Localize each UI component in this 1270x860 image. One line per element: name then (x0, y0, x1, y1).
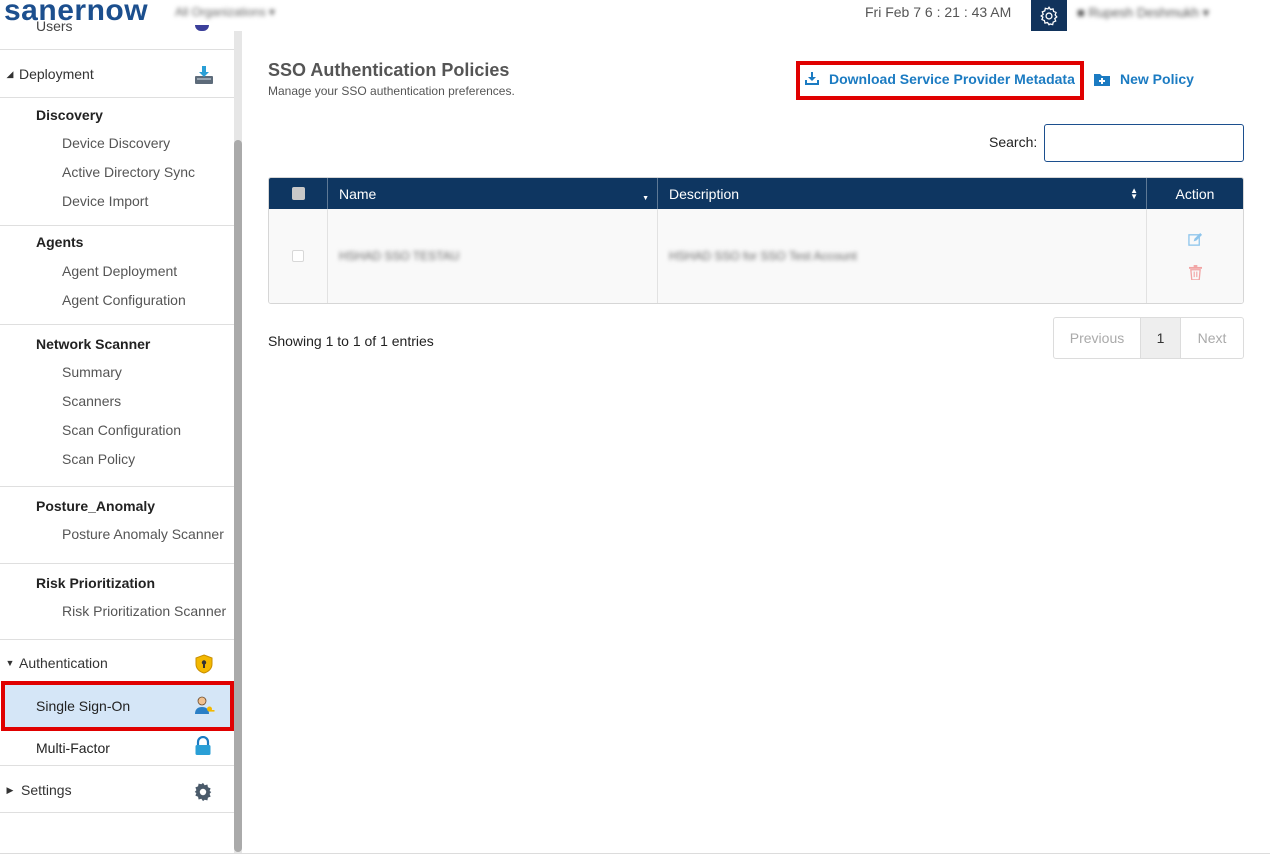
table-header: Name ▼ Description ▲ ▼ Action (269, 178, 1243, 209)
pagination: Previous 1 Next (1053, 317, 1244, 359)
divider (0, 49, 234, 50)
sidebar-item-scanners[interactable]: Scanners (62, 393, 121, 409)
new-policy-link[interactable]: New Policy (1094, 71, 1194, 87)
column-header-action: Action (1175, 185, 1215, 202)
sort-desc-icon: ▼ (642, 195, 649, 202)
gear-icon (192, 781, 214, 806)
datetime: Fri Feb 7 6 : 21 : 43 AM (865, 4, 1012, 20)
divider (0, 97, 234, 98)
caret-down-icon: ▼ (5, 658, 15, 668)
column-header-description[interactable]: Description ▲ ▼ (658, 178, 1147, 209)
sidebar-item-posture-anomaly-scanner[interactable]: Posture Anomaly Scanner (62, 526, 224, 542)
trash-icon[interactable] (1188, 265, 1202, 280)
sidebar-item-device-import[interactable]: Device Import (62, 193, 148, 209)
download-metadata-link[interactable]: Download Service Provider Metadata (805, 71, 1075, 87)
pagination-previous[interactable]: Previous (1054, 318, 1141, 358)
shield-keyhole-icon (194, 654, 214, 677)
search-label: Search: (989, 134, 1038, 150)
group-title-network-scanner: Network Scanner (36, 336, 151, 352)
logo[interactable]: sanernow (4, 0, 148, 28)
sidebar-item-scan-configuration[interactable]: Scan Configuration (62, 422, 181, 438)
caret-right-icon: ▶ (6, 784, 14, 795)
sidebar-item-scan-policy[interactable]: Scan Policy (62, 451, 135, 467)
group-title-agents: Agents (36, 234, 84, 250)
organization-select[interactable]: All Organizations ▾ (175, 5, 275, 19)
sidebar-item-device-discovery[interactable]: Device Discovery (62, 135, 170, 151)
sidebar-item-summary[interactable]: Summary (62, 364, 122, 380)
pagination-next[interactable]: Next (1181, 318, 1243, 358)
column-header-name[interactable]: Name ▼ (328, 178, 658, 209)
sidebar-item-active-directory-sync[interactable]: Active Directory Sync (62, 164, 195, 180)
highlight-box-sso (1, 681, 234, 731)
select-all-cell (269, 178, 328, 209)
padlock-icon (194, 735, 212, 761)
pagination-page-1[interactable]: 1 (1141, 318, 1181, 358)
bottom-border (0, 853, 1270, 854)
policies-table: Name ▼ Description ▲ ▼ Action HSHAD SSO T… (268, 177, 1244, 304)
page-title: SSO Authentication Policies (268, 60, 510, 80)
download-tray-icon (194, 65, 214, 88)
sidebar-item-risk-prioritization-scanner[interactable]: Risk Prioritization Scanner (62, 603, 226, 619)
sidebar-item-multi-factor[interactable]: Multi-Factor (36, 740, 110, 756)
download-icon (805, 72, 819, 85)
top-bar: sanernow All Organizations ▾ Fri Feb 7 6… (0, 0, 1270, 31)
edit-icon[interactable] (1187, 232, 1203, 247)
row-select-cell (269, 209, 328, 303)
row-description-cell: HSHAD SSO for SSO Test Account (658, 209, 1147, 303)
divider (0, 639, 234, 640)
select-all-checkbox[interactable] (291, 187, 305, 200)
caret-up-icon: ◢ (6, 68, 14, 79)
divider (0, 812, 234, 813)
sidebar-section-settings[interactable]: ▶ Settings (0, 775, 234, 805)
sidebar-section-authentication[interactable]: ▼ Authentication (0, 648, 234, 678)
group-title-posture-anomaly: Posture_Anomaly (36, 498, 156, 514)
sidebar-scrollbar-thumb[interactable] (234, 140, 242, 852)
divider (0, 765, 234, 766)
group-title-discovery: Discovery (36, 107, 103, 123)
sidebar-section-deployment[interactable]: ◢ Deployment (0, 59, 234, 89)
page-subtitle: Manage your SSO authentication preferenc… (268, 84, 515, 98)
folder-plus-icon (1094, 73, 1110, 86)
divider (0, 324, 234, 325)
user-menu[interactable]: ■ Rupesh Deshmukh ▾ (1077, 5, 1209, 21)
settings-gear-icon[interactable] (1031, 0, 1067, 31)
entries-info: Showing 1 to 1 of 1 entries (268, 333, 434, 349)
divider (0, 563, 234, 564)
search-input[interactable] (1044, 124, 1244, 162)
sidebar-item-agent-configuration[interactable]: Agent Configuration (62, 292, 186, 308)
row-name-cell: HSHAD SSO TESTAU (328, 209, 658, 303)
row-checkbox[interactable] (292, 250, 304, 262)
divider (0, 225, 234, 226)
sidebar-item-users[interactable]: Users (36, 18, 73, 34)
sidebar-item-agent-deployment[interactable]: Agent Deployment (62, 263, 177, 279)
table-row[interactable]: HSHAD SSO TESTAU HSHAD SSO for SSO Test … (269, 209, 1243, 303)
group-title-risk-prioritization: Risk Prioritization (36, 575, 156, 591)
divider (0, 486, 234, 487)
row-action-cell (1147, 209, 1243, 303)
sort-icon: ▲ ▼ (1130, 185, 1138, 201)
